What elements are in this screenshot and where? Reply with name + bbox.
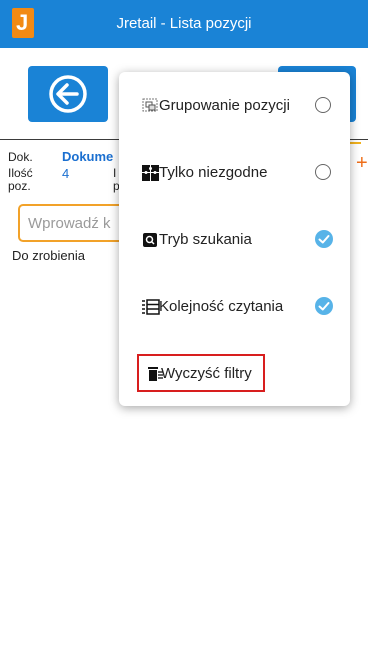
search-input[interactable] [28,212,128,234]
group-icon [142,98,158,112]
puzzle-icon [142,165,159,181]
menu-item-search-mode[interactable]: Tryb szukania [119,209,350,271]
menu-item-label: Tryb szukania [159,231,252,248]
doc-value: Dokume [62,149,114,164]
arrow-left-icon [49,75,87,113]
status-label: Do zrobienia [12,248,85,263]
menu-item-reading-order[interactable]: Kolejność czytania [119,276,350,338]
menu-item-grouping[interactable]: Grupowanie pozycji [119,75,350,137]
title-bar: J Jretail - Lista pozycji [0,0,368,48]
window-title: Jretail - Lista pozycji [116,15,252,32]
menu-item-label: Grupowanie pozycji [159,97,290,114]
reading-order-icon [142,299,160,315]
menu-item-label: Tylko niezgodne [159,164,268,181]
doc-label: Dok. [8,150,33,164]
plus-icon[interactable]: + [356,153,368,173]
filter-menu: Grupowanie pozycji Tylko niezgodne Tryb … [119,72,350,406]
search-mode-icon [143,233,157,247]
count-value: 4 [62,166,70,181]
radio-unchecked-icon[interactable] [315,164,331,180]
check-icon[interactable] [315,230,333,248]
count-label-line2: poz. [8,179,31,193]
menu-item-mismatched-only[interactable]: Tylko niezgodne [119,142,350,204]
minus-icon[interactable] [349,142,361,144]
clear-filters-label: Wyczyść filtry [161,365,252,382]
back-button[interactable] [28,66,108,122]
clear-filters-button[interactable]: Wyczyść filtry [137,354,265,392]
menu-item-label: Kolejność czytania [159,298,284,315]
search-field[interactable] [18,204,128,242]
radio-unchecked-icon[interactable] [315,97,331,113]
check-icon[interactable] [315,297,333,315]
